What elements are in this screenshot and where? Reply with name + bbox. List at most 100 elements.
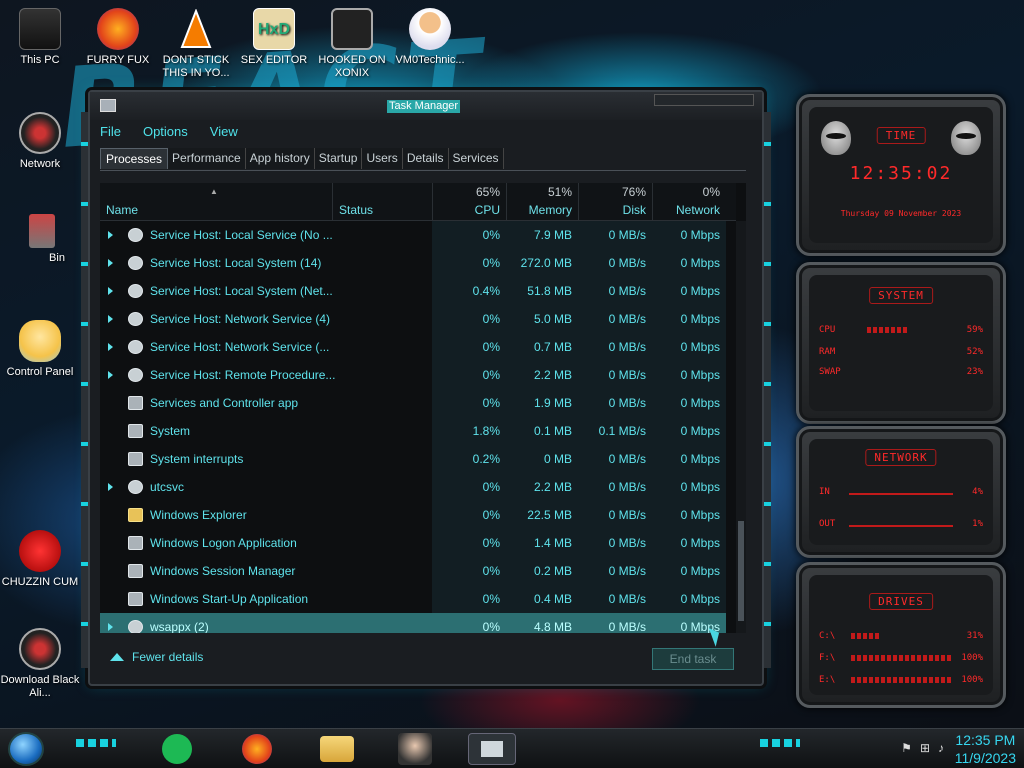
tab-details[interactable]: Details <box>402 148 449 169</box>
expand-chevron-icon[interactable] <box>108 483 113 491</box>
menu-view[interactable]: View <box>206 124 242 144</box>
process-table: ▲ Name Status 65% CPU 51% Memory 76% Dis… <box>100 183 746 633</box>
process-name: Service Host: Network Service (... <box>150 340 330 354</box>
tab-startup[interactable]: Startup <box>314 148 363 169</box>
taskbar-decoration <box>76 739 116 747</box>
window-controls[interactable] <box>654 94 754 106</box>
desktop-icon-recycle-bin[interactable]: Bin <box>12 214 72 265</box>
desktop-icon-chuzzle[interactable]: CHUZZIN CUM <box>0 530 80 589</box>
firefox-icon <box>97 8 139 50</box>
desktop-icon-vm0[interactable]: VM0Technic... <box>390 8 470 67</box>
expand-chevron-icon[interactable] <box>108 287 113 295</box>
process-disk: 0 MB/s <box>608 536 646 550</box>
taskbar-clock[interactable]: 12:35 PM 11/9/2023 <box>955 731 1016 767</box>
table-row[interactable]: wsappx (2) 0% 4.8 MB 0 MB/s 0 Mbps <box>100 613 726 633</box>
end-task-button[interactable]: End task <box>652 648 734 670</box>
file-explorer-icon[interactable] <box>320 736 354 762</box>
column-header-name[interactable]: ▲ Name <box>100 183 332 221</box>
gear-icon <box>128 284 143 298</box>
widget-title: DRIVES <box>869 593 933 610</box>
meter-bar <box>851 677 951 683</box>
process-memory: 22.5 MB <box>527 508 572 522</box>
expand-chevron-icon[interactable] <box>108 623 113 631</box>
table-row[interactable]: Services and Controller app 0% 1.9 MB 0 MB/… <box>100 389 726 417</box>
desktop-icon-download[interactable]: Download Black Ali... <box>0 628 80 700</box>
process-cpu: 0% <box>482 536 500 550</box>
task-manager-icon <box>481 741 503 757</box>
process-memory: 2.2 MB <box>533 480 572 494</box>
menu-file[interactable]: File <box>96 124 125 144</box>
title-bar[interactable]: Task Manager <box>90 92 762 120</box>
column-header-memory[interactable]: 51% Memory <box>506 183 578 221</box>
volume-icon[interactable]: ♪ <box>938 741 944 755</box>
task-manager-taskbar-button[interactable] <box>468 733 516 765</box>
desktop-icon-firefox[interactable]: FURRY FUX <box>78 8 158 67</box>
process-name: Service Host: Local System (14) <box>150 256 322 270</box>
table-row[interactable]: Service Host: Remote Procedure... 0% 2.2 M… <box>100 361 726 389</box>
table-row[interactable]: System 1.8% 0.1 MB 0.1 MB/s 0 Mbps <box>100 417 726 445</box>
table-row[interactable]: Service Host: Network Service (... 0% 0.7 … <box>100 333 726 361</box>
vertical-scrollbar[interactable] <box>736 221 746 633</box>
process-disk: 0 MB/s <box>608 228 646 242</box>
column-header-disk[interactable]: 76% Disk <box>578 183 652 221</box>
doctor-icon <box>409 8 451 50</box>
network-in: IN 4% <box>819 487 983 497</box>
window-icon <box>128 564 143 578</box>
table-row[interactable]: Service Host: Local System (Net... 0.4% 51… <box>100 277 726 305</box>
tab-performance[interactable]: Performance <box>168 148 246 169</box>
table-row[interactable]: Service Host: Local System (14) 0% 272.0 M… <box>100 249 726 277</box>
tab-users[interactable]: Users <box>362 148 403 169</box>
control-panel-icon <box>19 320 61 362</box>
table-row[interactable]: Service Host: Network Service (4) 0% 5.0 M… <box>100 305 726 333</box>
desktop-icon-this-pc[interactable]: This PC <box>0 8 80 67</box>
fewer-details-button[interactable]: Fewer details <box>110 650 203 664</box>
table-row[interactable]: Windows Start-Up Application 0% 0.4 MB 0 MB… <box>100 585 726 613</box>
scrollbar-thumb[interactable] <box>738 521 744 621</box>
process-memory: 272.0 MB <box>520 256 572 270</box>
column-header-status[interactable]: Status <box>332 183 432 221</box>
process-disk: 0 MB/s <box>608 508 646 522</box>
swap-meter: SWAP 23% <box>819 367 983 377</box>
column-header-cpu[interactable]: 65% CPU <box>432 183 506 221</box>
table-row[interactable]: Windows Logon Application 0% 1.4 MB 0 MB/s 0… <box>100 529 726 557</box>
table-header: ▲ Name Status 65% CPU 51% Memory 76% Dis… <box>100 183 736 221</box>
firefox-icon[interactable] <box>242 734 272 764</box>
table-row[interactable]: Service Host: Local Service (No ... 0% 7.9… <box>100 221 726 249</box>
process-name: utcsvc <box>150 480 185 494</box>
tab-services[interactable]: Services <box>448 148 504 169</box>
expand-chevron-icon[interactable] <box>108 259 113 267</box>
desktop-icon-network[interactable]: Network <box>0 112 80 171</box>
table-row[interactable]: Windows Explorer 0% 22.5 MB 0 MB/s 0 Mbps <box>100 501 726 529</box>
process-name: System <box>150 424 191 438</box>
expand-chevron-icon[interactable] <box>108 315 113 323</box>
start-button[interactable] <box>8 732 44 766</box>
tab-app-history[interactable]: App history <box>245 148 315 169</box>
menu-bar: File Options View <box>96 124 242 144</box>
table-row[interactable]: utcsvc 0% 2.2 MB 0 MB/s 0 Mbps <box>100 473 726 501</box>
process-name: Windows Logon Application <box>150 536 297 550</box>
desktop-icon-xonix[interactable]: HOOKED ON XONIX <box>312 8 392 80</box>
expand-chevron-icon[interactable] <box>108 371 113 379</box>
gear-icon <box>128 312 143 326</box>
column-header-network[interactable]: 0% Network <box>652 183 726 221</box>
desktop-icon-vlc[interactable]: DONT STICK THIS IN YO... <box>156 8 236 80</box>
table-row[interactable]: Windows Session Manager 0% 0.2 MB 0 MB/s 0 M… <box>100 557 726 585</box>
process-cpu: 0% <box>482 368 500 382</box>
process-name: Service Host: Local Service (No ... <box>150 228 333 242</box>
spotify-icon[interactable] <box>162 734 192 764</box>
download-icon <box>19 628 61 670</box>
photo-thumbnail-icon[interactable] <box>398 733 432 765</box>
desktop-icon-control-panel[interactable]: Control Panel <box>0 320 80 379</box>
table-row[interactable]: System interrupts 0.2% 0 MB 0 MB/s 0 Mbps <box>100 445 726 473</box>
menu-options[interactable]: Options <box>139 124 192 144</box>
desktop-icon-hex-editor[interactable]: HxD SEX EDITOR <box>234 8 314 67</box>
process-memory: 0.2 MB <box>533 564 572 578</box>
expand-chevron-icon[interactable] <box>108 231 113 239</box>
process-disk: 0 MB/s <box>608 312 646 326</box>
expand-chevron-icon[interactable] <box>108 343 113 351</box>
process-name: Windows Session Manager <box>150 564 296 578</box>
tab-processes[interactable]: Processes <box>100 148 169 169</box>
flag-icon[interactable]: ⚑ <box>901 741 912 755</box>
meter-bar <box>851 655 951 661</box>
network-tray-icon[interactable]: ⊞ <box>920 741 930 755</box>
